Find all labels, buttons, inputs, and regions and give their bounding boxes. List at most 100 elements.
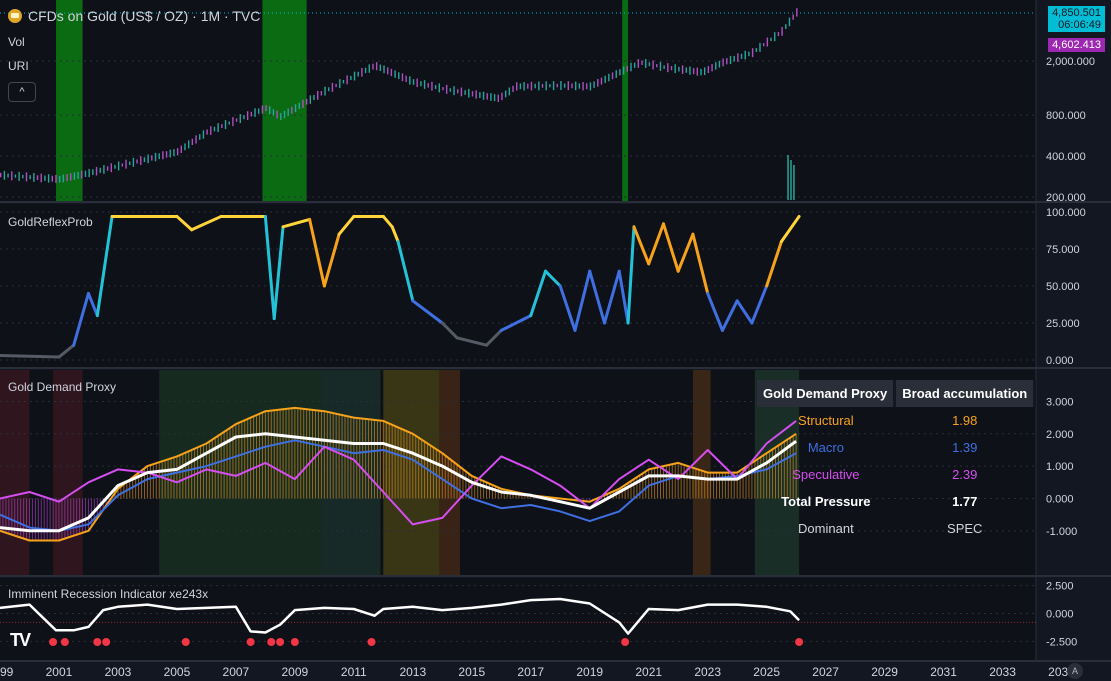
price-candle (626, 65, 628, 72)
price-candle (497, 94, 499, 102)
price-candle (346, 75, 348, 85)
price-candle (619, 69, 621, 76)
pane-title-goldreflexprob[interactable]: GoldReflexProb (8, 215, 93, 229)
auto-scale-button[interactable]: A (1067, 663, 1083, 679)
price-candle (110, 163, 112, 173)
price-candle (221, 124, 223, 129)
tradingview-logo[interactable]: TV (10, 630, 31, 651)
price-candle (324, 86, 326, 96)
regime-shade (53, 370, 83, 575)
price-candle (375, 62, 378, 71)
price-candle (405, 75, 407, 82)
volume-bar (790, 160, 792, 200)
uri-indicator-label[interactable]: URI (8, 59, 29, 73)
recession-signal-dot (102, 638, 111, 646)
price-candle (320, 90, 323, 96)
price-candle (759, 42, 761, 52)
recession-signal-dot (367, 638, 376, 646)
price-candle (663, 65, 665, 69)
price-candle (298, 102, 300, 110)
price-candle (147, 154, 149, 164)
price-candle (582, 81, 584, 91)
price-candle (538, 81, 540, 91)
price-candle (434, 85, 437, 89)
recession-signal-dot (290, 638, 299, 646)
price-candle (545, 81, 547, 91)
collapse-indicators-button[interactable]: ^ (8, 82, 36, 102)
price-axis-label: -1.000 (1046, 526, 1077, 538)
price-candle (235, 118, 238, 122)
price-candle (95, 166, 98, 176)
price-candle (409, 76, 411, 85)
recession-signal-dot (621, 638, 630, 646)
price-candle (420, 81, 422, 87)
row-label-dominant: Dominant (798, 521, 854, 536)
pane-background-0 (0, 0, 1036, 201)
price-candle (604, 75, 606, 83)
price-candle (62, 174, 65, 183)
price-candle (792, 14, 794, 20)
price-candle (722, 58, 724, 67)
price-candle (202, 130, 205, 139)
price-candle (335, 83, 337, 88)
price-candle (453, 86, 455, 96)
price-candle (560, 81, 562, 90)
price-candle (501, 92, 503, 101)
price-candle (29, 175, 31, 180)
price-candle (689, 66, 691, 75)
price-candle (151, 155, 153, 161)
price-candle (774, 32, 776, 42)
price-candle (132, 157, 135, 167)
price-candle (615, 70, 617, 78)
price-candle (586, 83, 588, 90)
price-candle (70, 173, 72, 181)
price-candle (593, 81, 595, 88)
price-candle (674, 64, 676, 74)
price-candle (796, 8, 798, 17)
time-axis-label: 2021 (635, 665, 662, 679)
price-candle (755, 48, 757, 52)
price-candle (195, 135, 197, 144)
price-candle (423, 80, 426, 89)
price-candle (243, 115, 245, 120)
price-candle (460, 87, 463, 97)
price-candle (261, 105, 264, 114)
demand-table-row: Total Pressure 1.77 (757, 488, 1035, 515)
price-axis-label: 800.000 (1046, 110, 1086, 122)
price-candle (737, 53, 739, 62)
price-candle (331, 82, 334, 92)
price-candle (700, 68, 702, 76)
price-candle (258, 108, 260, 114)
price-axis-label: 2.000 (1046, 429, 1074, 441)
recession-signal-dot (246, 638, 255, 646)
price-candle (11, 171, 13, 181)
demand-table-row: Macro 1.39 (757, 434, 1035, 461)
price-candle (103, 165, 105, 174)
price-candle (766, 37, 769, 47)
price-candle (412, 79, 415, 85)
row-value-macro: 1.39 (952, 440, 978, 455)
symbol-title[interactable]: CFDs on Gold (US$ / OZ) · 1M · TVC (8, 8, 260, 24)
volume-indicator-label[interactable]: Vol (8, 35, 25, 49)
time-axis-label: 2029 (871, 665, 898, 679)
price-candle (328, 87, 330, 92)
price-candle (740, 53, 743, 59)
price-candle (394, 70, 396, 78)
price-candle (206, 129, 208, 135)
price-candle (552, 81, 555, 91)
volume-bar (787, 155, 789, 200)
price-candle (121, 163, 124, 167)
pane-title-gold-demand-proxy[interactable]: Gold Demand Proxy (8, 380, 116, 394)
price-candle (283, 110, 286, 119)
price-candle (608, 73, 610, 82)
price-candle (158, 153, 160, 160)
price-axis-label: 200.000 (1046, 192, 1086, 204)
price-candle (280, 113, 282, 121)
price-candle (416, 78, 418, 88)
price-candle (117, 161, 120, 171)
price-axis-label: 25.000 (1046, 318, 1080, 330)
price-candle (733, 55, 735, 62)
pane-title-recession-indicator[interactable]: Imminent Recession Indicator xe243x (8, 587, 208, 601)
price-candle (106, 166, 109, 171)
price-candle (3, 170, 6, 180)
